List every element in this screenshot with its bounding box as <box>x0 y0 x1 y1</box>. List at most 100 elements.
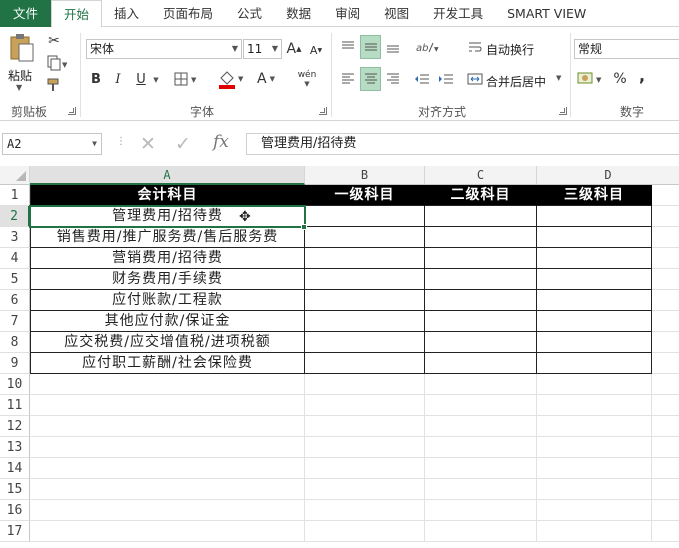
empty-cell[interactable] <box>537 290 652 311</box>
row-header[interactable]: 12 <box>0 416 30 437</box>
row-header[interactable]: 16 <box>0 500 30 521</box>
row-header[interactable]: 14 <box>0 458 30 479</box>
format-painter-icon[interactable] <box>44 76 64 94</box>
empty-cell[interactable] <box>537 332 652 353</box>
empty-cell[interactable] <box>305 290 425 311</box>
percent-button[interactable]: % <box>612 69 628 89</box>
align-right-icon[interactable] <box>384 69 402 89</box>
align-left-icon[interactable] <box>339 69 357 89</box>
empty-cell[interactable] <box>425 206 537 227</box>
orientation-icon[interactable]: ab ▼ <box>414 37 440 57</box>
align-middle-icon[interactable] <box>360 35 381 59</box>
wrap-text-icon[interactable] <box>466 37 484 57</box>
copy-icon[interactable]: ▼ <box>44 54 70 72</box>
merge-center-button[interactable]: 合并后居中 <box>486 73 546 90</box>
tab-insert[interactable]: 插入 <box>102 0 151 27</box>
cut-icon[interactable]: ✂ <box>44 32 64 50</box>
empty-cell[interactable] <box>537 311 652 332</box>
empty-cell[interactable] <box>537 248 652 269</box>
tab-view[interactable]: 视图 <box>372 0 421 27</box>
cancel-icon[interactable]: ✕ <box>140 133 156 155</box>
column-header-b[interactable]: B <box>305 166 425 185</box>
empty-cell[interactable] <box>537 227 652 248</box>
bold-button[interactable]: B <box>88 69 104 89</box>
header-cell[interactable]: 会计科目 <box>30 185 305 206</box>
fill-handle[interactable] <box>301 224 307 230</box>
row-header[interactable]: 5 <box>0 269 30 290</box>
increase-indent-icon[interactable] <box>436 69 456 89</box>
row-header[interactable]: 4 <box>0 248 30 269</box>
empty-cell[interactable] <box>305 206 425 227</box>
row-header[interactable]: 8 <box>0 332 30 353</box>
empty-cell[interactable] <box>425 269 537 290</box>
empty-cell[interactable] <box>305 311 425 332</box>
empty-cell[interactable] <box>305 353 425 374</box>
account-cell[interactable]: 应付账款/工程款 <box>30 290 305 311</box>
row-header[interactable]: 6 <box>0 290 30 311</box>
font-color-button[interactable]: A ▼ <box>252 67 280 91</box>
row-header[interactable]: 7 <box>0 311 30 332</box>
account-cell[interactable]: 应交税费/应交增值税/进项税额 <box>30 332 305 353</box>
merge-center-icon[interactable] <box>466 70 484 88</box>
tab-developer[interactable]: 开发工具 <box>421 0 495 27</box>
tab-home[interactable]: 开始 <box>51 0 103 28</box>
empty-cell[interactable] <box>425 332 537 353</box>
tab-smart-view[interactable]: SMART VIEW <box>495 0 598 27</box>
comma-button[interactable]: , <box>636 65 648 85</box>
fill-color-button[interactable]: ▼ <box>216 67 246 91</box>
tab-data[interactable]: 数据 <box>274 0 323 27</box>
empty-cell[interactable] <box>425 227 537 248</box>
empty-cell[interactable] <box>425 248 537 269</box>
shrink-font-button[interactable]: A ▼ <box>308 41 324 59</box>
row-header[interactable]: 10 <box>0 374 30 395</box>
enter-icon[interactable]: ✓ <box>175 133 191 155</box>
align-top-icon[interactable] <box>339 37 357 57</box>
wrap-text-button[interactable]: 自动换行 <box>486 41 534 58</box>
tab-formulas[interactable]: 公式 <box>225 0 274 27</box>
account-cell[interactable]: 财务费用/手续费 <box>30 269 305 290</box>
chevron-down-icon[interactable]: ▼ <box>556 74 561 82</box>
account-cell[interactable]: 应付职工薪酬/社会保险费 <box>30 353 305 374</box>
align-bottom-icon[interactable] <box>384 37 402 57</box>
font-name-select[interactable]: 宋体 ▼ <box>86 39 242 59</box>
row-header[interactable]: 11 <box>0 395 30 416</box>
grow-font-button[interactable]: A ▲ <box>286 39 302 59</box>
decrease-indent-icon[interactable] <box>412 69 432 89</box>
borders-button[interactable]: ▼ <box>172 69 200 89</box>
tab-file[interactable]: 文件 <box>0 0 51 27</box>
number-format-select[interactable]: 常规 <box>574 39 679 59</box>
empty-cell[interactable] <box>305 269 425 290</box>
row-header[interactable]: 15 <box>0 479 30 500</box>
empty-cell[interactable] <box>425 290 537 311</box>
account-cell[interactable]: 销售费用/推广服务费/售后服务费 <box>30 227 305 248</box>
paste-button[interactable] <box>6 33 38 63</box>
tab-review[interactable]: 审阅 <box>323 0 372 27</box>
tab-page-layout[interactable]: 页面布局 <box>151 0 225 27</box>
empty-cell[interactable] <box>537 353 652 374</box>
formula-input[interactable]: 管理费用/招待费 <box>246 133 679 155</box>
empty-cell[interactable] <box>305 227 425 248</box>
row-header[interactable]: 17 <box>0 521 30 542</box>
empty-cell[interactable] <box>537 269 652 290</box>
row-header[interactable]: 3 <box>0 227 30 248</box>
chevron-down-icon[interactable]: ▼ <box>151 71 161 89</box>
header-cell[interactable]: 三级科目 <box>537 185 652 206</box>
worksheet-grid[interactable]: A B C D 1 2 3 4 5 6 7 8 9 10 11 12 13 14 15 16 17 会计科目 一级… <box>0 166 679 548</box>
row-header[interactable]: 13 <box>0 437 30 458</box>
empty-cell[interactable] <box>305 248 425 269</box>
row-header[interactable]: 2 <box>0 206 30 227</box>
select-all-corner[interactable] <box>0 166 30 185</box>
alignment-launcher-icon[interactable] <box>559 107 567 115</box>
empty-cell[interactable] <box>537 206 652 227</box>
underline-button[interactable]: U <box>133 69 149 89</box>
phonetic-guide-button[interactable]: wén ▼ <box>294 67 320 91</box>
account-cell[interactable]: 其他应付款/保证金 <box>30 311 305 332</box>
empty-cell[interactable] <box>305 332 425 353</box>
name-box[interactable]: A2 ▼ <box>2 133 102 155</box>
header-cell[interactable]: 二级科目 <box>425 185 537 206</box>
align-center-icon[interactable] <box>360 67 381 91</box>
header-cell[interactable]: 一级科目 <box>305 185 425 206</box>
column-header-c[interactable]: C <box>425 166 537 185</box>
empty-cell[interactable] <box>425 353 537 374</box>
column-header-d[interactable]: D <box>537 166 679 185</box>
